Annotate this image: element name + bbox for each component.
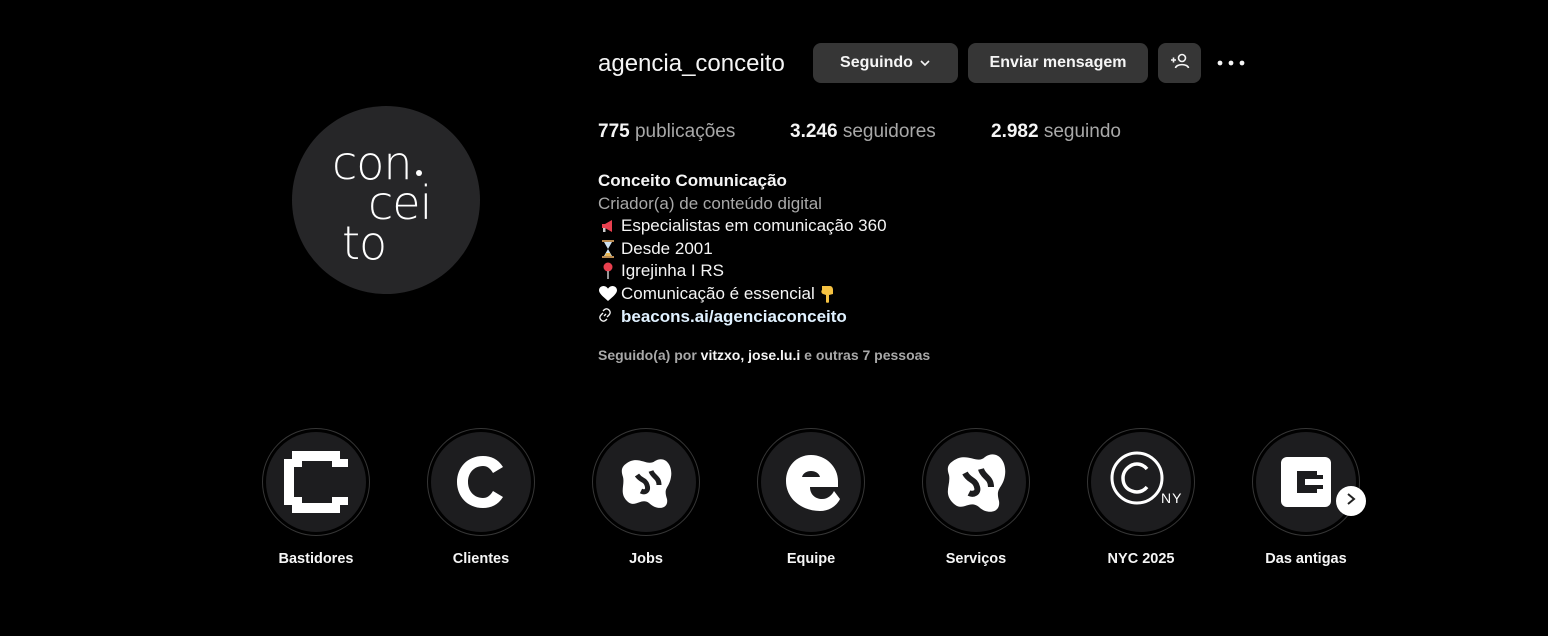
following-stat-label: seguindo	[1043, 121, 1121, 142]
bio-line: Desde 2001	[598, 238, 887, 261]
chevron-right-icon	[1345, 492, 1357, 511]
link-icon	[598, 306, 612, 329]
blob-e-icon	[786, 455, 840, 511]
hourglass-icon	[598, 239, 618, 259]
highlight-nyc-2025[interactable]: NY NYC 2025	[1087, 428, 1195, 567]
followers-stat[interactable]: 3.246 seguidores	[790, 121, 936, 143]
highlight-cover: NY	[1087, 428, 1195, 536]
bio-line-text: Desde 2001	[621, 238, 713, 258]
profile-link[interactable]: beacons.ai/agenciaconceito	[598, 306, 887, 329]
bio-line-text: Especialistas em comunicação 360	[621, 216, 887, 235]
followers-count: 3.246	[790, 121, 838, 142]
posts-label: publicações	[634, 121, 736, 142]
highlights-next-button[interactable]	[1336, 486, 1366, 516]
following-button-label: Seguindo	[840, 54, 913, 71]
highlight-bastidores[interactable]: Bastidores	[262, 428, 370, 567]
send-message-button[interactable]: Enviar mensagem	[968, 43, 1148, 83]
bio-line: Especialistas em comunicação 360	[598, 215, 887, 238]
followed-by-suffix: e outras 7 pessoas	[804, 347, 931, 363]
highlight-label: Clientes	[452, 551, 510, 567]
bio-line-text: Igrejinha I RS	[621, 261, 724, 280]
highlight-label: NYC 2025	[1107, 551, 1175, 567]
suggest-accounts-button[interactable]	[1158, 43, 1201, 83]
highlight-label: Bastidores	[278, 551, 354, 567]
copyright-icon	[1110, 451, 1164, 505]
posts-count: 775	[598, 121, 630, 142]
white-heart-icon	[598, 284, 618, 304]
logo-text-line3: to	[342, 216, 387, 270]
nyc-badge-text: NY	[1161, 490, 1183, 506]
more-options-icon[interactable]	[1213, 52, 1249, 74]
highlight-cover	[427, 428, 535, 536]
square-c-icon	[1281, 457, 1331, 507]
letter-c-icon	[457, 456, 503, 508]
profile-username: agencia_conceito	[598, 50, 785, 77]
profile-bio: Conceito Comunicação Criador(a) de conte…	[598, 170, 887, 329]
posts-stat: 775 publicações	[598, 121, 735, 143]
highlight-cover	[757, 428, 865, 536]
followed-by-prefix: Seguido(a) por	[598, 347, 697, 363]
followed-by[interactable]: Seguido(a) por vitzxo, jose.lu.i e outra…	[598, 347, 930, 363]
pointing-down-icon	[817, 284, 837, 304]
highlight-cover	[922, 428, 1030, 536]
highlight-cover	[262, 428, 370, 536]
wave-shape-icon	[621, 459, 672, 508]
followed-by-user[interactable]: vitzxo	[701, 347, 741, 363]
pin-icon	[598, 261, 618, 281]
followed-by-separator: ,	[740, 347, 745, 363]
highlight-cover	[1252, 428, 1360, 536]
profile-category: Criador(a) de conteúdo digital	[598, 193, 822, 213]
bio-line: Igrejinha I RS	[598, 260, 887, 283]
highlight-cover	[592, 428, 700, 536]
highlight-equipe[interactable]: Equipe	[757, 428, 865, 567]
bio-line: Comunicação é essencial	[598, 283, 887, 306]
highlight-label: Serviços	[945, 551, 1007, 567]
followers-label: seguidores	[842, 121, 936, 142]
logo-dot	[416, 170, 422, 176]
followed-by-user[interactable]: jose.lu.i	[748, 347, 800, 363]
person-plus-icon	[1170, 52, 1190, 75]
highlight-label: Das antigas	[1265, 551, 1347, 567]
pixel-c-icon	[284, 451, 348, 513]
highlight-label: Jobs	[629, 551, 663, 567]
profile-name: Conceito Comunicação	[598, 171, 787, 190]
chevron-down-icon	[919, 57, 931, 69]
highlight-servicos[interactable]: Serviços	[922, 428, 1030, 567]
following-button[interactable]: Seguindo	[813, 43, 958, 83]
following-count: 2.982	[991, 121, 1039, 142]
highlight-label: Equipe	[786, 551, 836, 567]
wave-shape-icon	[947, 454, 1006, 512]
profile-link-text[interactable]: beacons.ai/agenciaconceito	[621, 306, 847, 329]
highlight-jobs[interactable]: Jobs	[592, 428, 700, 567]
following-stat[interactable]: 2.982 seguindo	[991, 121, 1121, 143]
megaphone-icon	[598, 216, 618, 236]
highlight-clientes[interactable]: Clientes	[427, 428, 535, 567]
profile-avatar[interactable]: con cei to	[292, 106, 480, 294]
bio-line-text: Comunicação é essencial	[621, 283, 815, 303]
